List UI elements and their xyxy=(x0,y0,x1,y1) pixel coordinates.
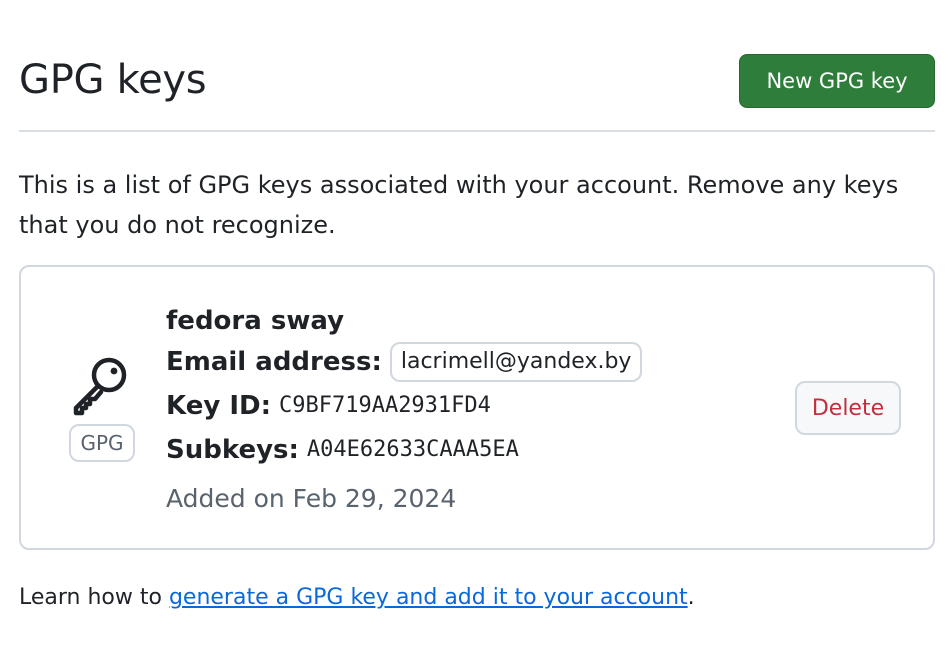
page-title: GPG keys xyxy=(19,57,207,103)
gpg-type-badge: GPG xyxy=(69,424,135,462)
added-date: Added on Feb 29, 2024 xyxy=(166,484,457,513)
subkeys-row: Subkeys: A04E62633CAAA5EA xyxy=(166,428,642,472)
key-id-row: Key ID: C9BF719AA2931FD4 xyxy=(166,384,642,428)
gpg-key-item: GPG fedora sway Email address: lacrimell… xyxy=(19,265,935,550)
help-prefix: Learn how to xyxy=(19,585,169,610)
delete-button[interactable]: Delete xyxy=(795,381,901,435)
subkeys-value: A04E62633CAAA5EA xyxy=(306,437,519,462)
new-gpg-key-button[interactable]: New GPG key xyxy=(739,54,935,108)
email-label: Email address: xyxy=(166,347,382,377)
subkeys-label: Subkeys: xyxy=(166,435,299,465)
email-row: Email address: lacrimell@yandex.by xyxy=(166,340,643,384)
key-details: fedora sway Email address: lacrimell@yan… xyxy=(166,302,643,518)
page-description: This is a list of GPG keys associated wi… xyxy=(19,171,899,239)
help-link[interactable]: generate a GPG key and add it to your ac… xyxy=(169,585,688,610)
help-text: Learn how to generate a GPG key and add … xyxy=(19,580,695,616)
email-badge: lacrimell@yandex.by xyxy=(389,342,643,382)
key-id-value: C9BF719AA2931FD4 xyxy=(278,393,491,418)
key-icon xyxy=(73,357,127,416)
help-suffix: . xyxy=(687,585,695,610)
page-header: GPG keys New GPG key xyxy=(19,50,935,132)
key-name: fedora sway xyxy=(166,306,345,336)
key-id-label: Key ID: xyxy=(166,391,271,421)
